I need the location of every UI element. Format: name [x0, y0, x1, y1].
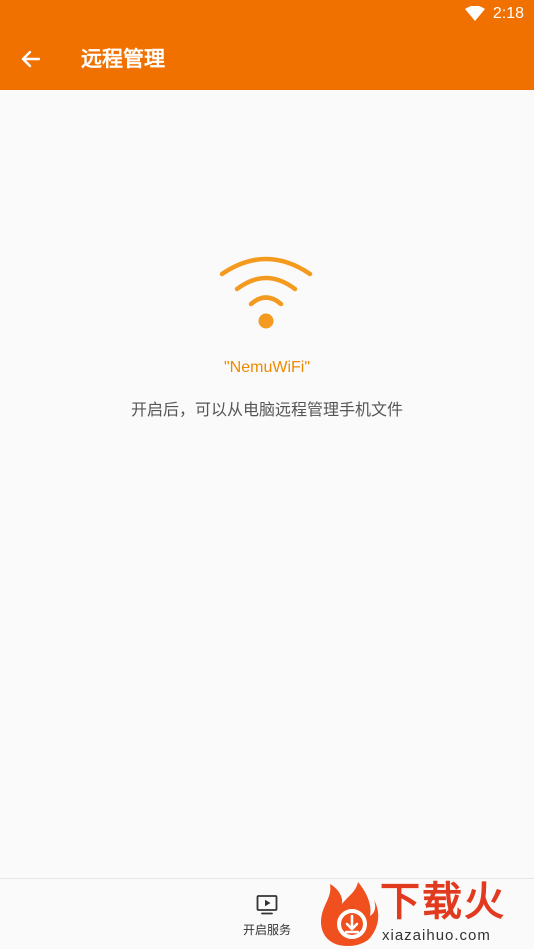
status-time: 2:18: [492, 5, 524, 22]
start-service-label: 开启服务: [242, 923, 291, 937]
watermark: 下载火 xiazaihuo.com: [316, 879, 534, 949]
wifi-ssid: "NemuWiFi": [223, 359, 311, 376]
fire-download-logo-icon: [321, 882, 379, 946]
wifi-signal-icon: [464, 6, 485, 21]
app-bar: 远程管理: [0, 28, 534, 90]
status-right: 2:18: [464, 3, 524, 25]
status-bar: 2:18: [0, 0, 534, 28]
page-title: 远程管理: [81, 47, 165, 71]
arrow-left-icon: [21, 50, 41, 68]
start-service-button[interactable]: 开启服务: [232, 893, 302, 947]
screen-play-icon: [256, 895, 278, 915]
hint-text: 开启后，可以从电脑远程管理手机文件: [130, 400, 403, 419]
wifi-status: [217, 252, 315, 332]
wifi-icon: [219, 256, 313, 329]
watermark-title: 下载火: [380, 879, 506, 925]
watermark-subtitle: xiazaihuo.com: [382, 927, 491, 944]
back-button[interactable]: [12, 40, 50, 78]
